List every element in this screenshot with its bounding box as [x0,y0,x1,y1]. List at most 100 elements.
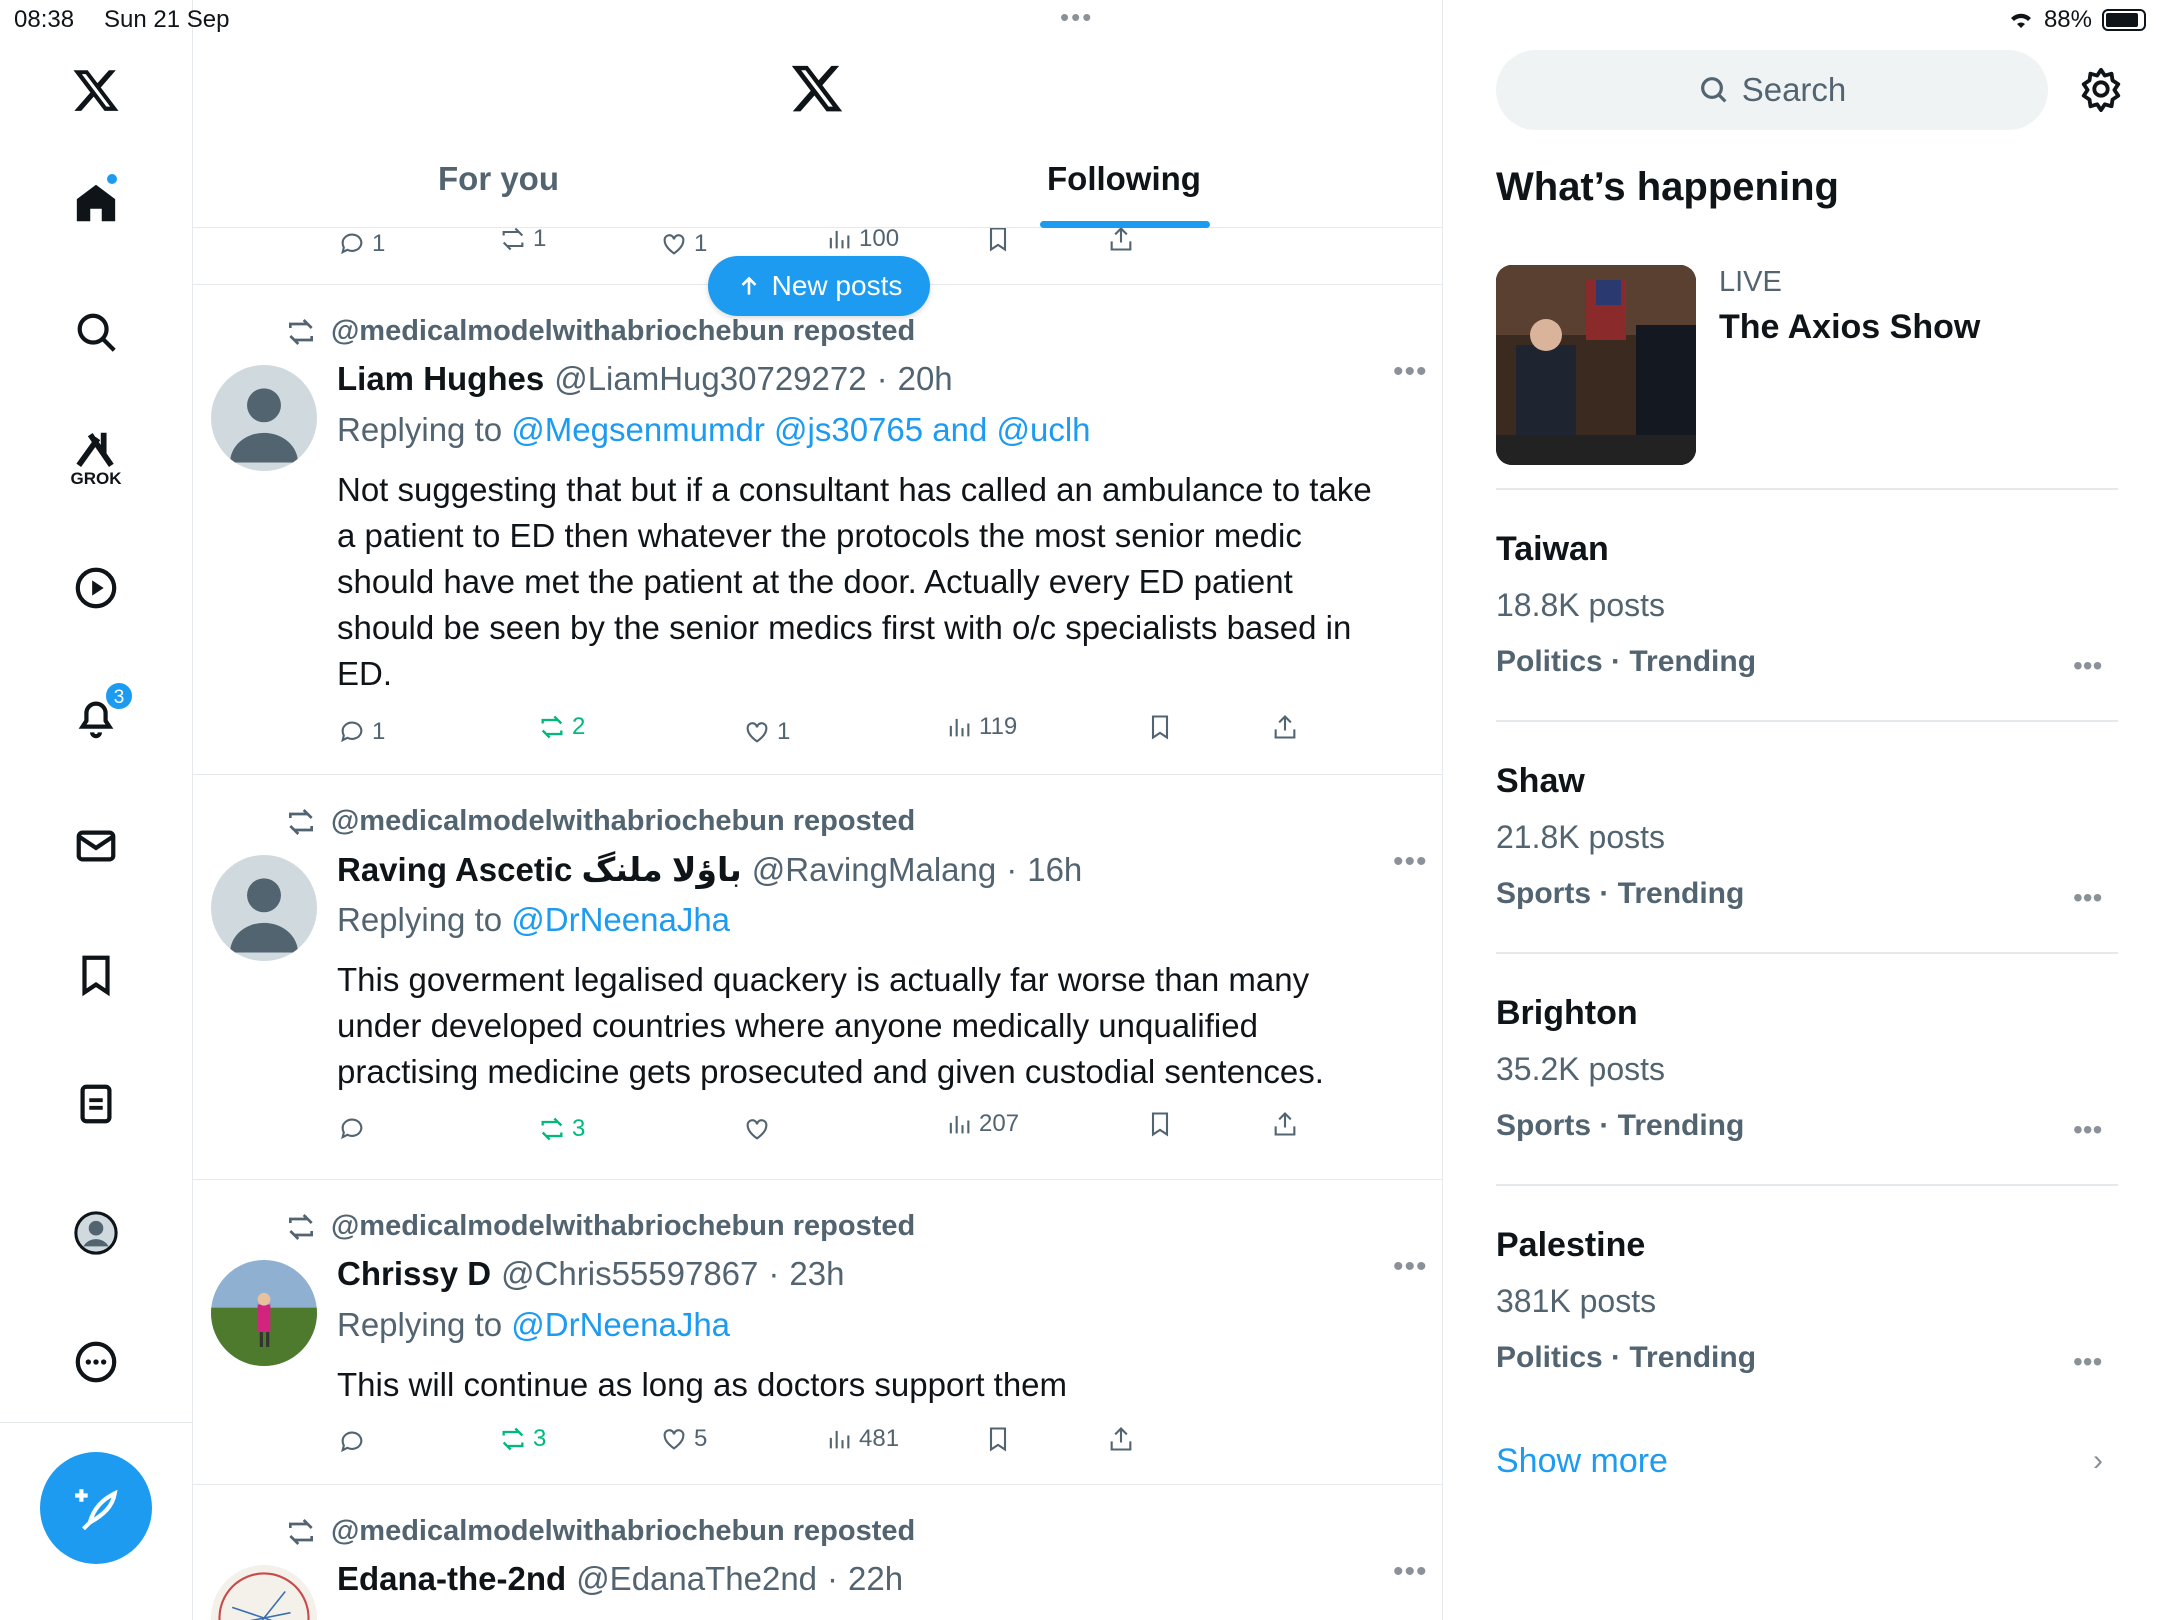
post-card[interactable]: @medicalmodelwithabriochebun reposted Ra… [193,775,1442,1180]
post-card[interactable]: @medicalmodelwithabriochebun reposted Ch… [193,1180,1442,1485]
multitask-dots-icon[interactable]: ••• [1060,2,1093,33]
author-handle[interactable]: @RavingMalang [752,851,996,889]
repost-count: 1 [533,225,547,252]
share-button[interactable] [1271,713,1299,741]
trend-title[interactable]: Brighton [1496,994,1638,1033]
share-button[interactable] [1107,225,1135,253]
messages-envelope-icon[interactable] [56,806,136,886]
profile-avatar-icon[interactable] [56,1193,136,1273]
author-handle[interactable]: @LiamHug30729272 [554,360,866,398]
search-icon[interactable] [56,292,136,372]
settings-gear-icon[interactable] [2078,66,2124,117]
like-button[interactable]: 5 [660,1425,707,1453]
post-header: Raving Ascetic باؤلا ملنگ @RavingMalang … [337,850,1082,889]
replying-mentions[interactable]: @DrNeenaJha [511,1306,730,1343]
post-card[interactable]: @medicalmodelwithabriochebun reposted Li… [193,285,1442,775]
replying-mentions[interactable]: @DrNeenaJha [511,901,730,938]
reply-button[interactable] [338,1115,372,1143]
like-button[interactable]: 1 [660,230,707,258]
like-button[interactable] [743,1115,777,1143]
avatar[interactable] [211,1260,317,1366]
views-button[interactable]: 481 [825,1425,899,1453]
video-play-icon[interactable] [56,548,136,628]
whats-happening-heading: What’s happening [1496,165,1839,209]
share-icon [1274,1112,1296,1136]
search-bar[interactable]: Search [1496,50,2048,130]
repost-button[interactable]: 3 [499,1425,546,1453]
live-title[interactable]: The Axios Show [1719,308,1980,347]
views-count: 119 [979,713,1018,740]
post-text: Not suggesting that but if a consultant … [337,471,1372,692]
notifications-bell-icon[interactable]: 3 [56,677,136,757]
tab-for-you[interactable]: For you [438,160,559,198]
trend-title[interactable]: Palestine [1496,1226,1645,1265]
reply-count: 1 [372,230,386,257]
grok-icon[interactable]: GROK [56,418,136,498]
reply-button[interactable] [338,1428,372,1456]
wifi-icon [2010,13,2031,28]
post-header: Chrissy D @Chris55597867 · 23h [337,1255,844,1293]
avatar[interactable] [211,855,317,961]
repost-icon [502,227,524,251]
lists-icon[interactable] [56,1064,136,1144]
reply-button[interactable]: 1 [338,230,385,258]
author-name[interactable]: Edana-the-2nd [337,1560,566,1598]
chevron-right-icon[interactable]: › [2093,1444,2103,1478]
bookmark-button[interactable] [984,225,1012,253]
post-card[interactable]: @medicalmodelwithabriochebun reposted Ed… [193,1485,1442,1620]
reply-icon [341,233,363,255]
new-posts-button[interactable]: New posts [708,256,930,316]
bookmark-icon [1151,1112,1169,1137]
compose-post-button[interactable] [40,1452,152,1564]
post-more-icon[interactable]: ••• [1393,845,1428,879]
author-handle[interactable]: @EdanaThe2nd [576,1560,817,1598]
reply-button[interactable]: 1 [338,718,385,746]
share-button[interactable] [1271,1110,1299,1138]
trend-title[interactable]: Shaw [1496,762,1585,801]
views-button[interactable]: 207 [945,1110,1019,1138]
trend-more-icon[interactable]: ••• [2073,882,2102,914]
replying-prefix: Replying to [337,411,512,448]
bookmark-button[interactable] [1146,1110,1174,1138]
home-icon[interactable] [56,163,136,243]
author-name[interactable]: Chrissy D [337,1255,491,1293]
trend-category: Politics · Trending [1496,645,1757,678]
views-button[interactable]: 100 [825,225,899,253]
like-button[interactable]: 1 [743,718,790,746]
show-more-link[interactable]: Show more [1496,1442,1668,1481]
author-name[interactable]: Raving Ascetic باؤلا ملنگ [337,850,742,889]
live-thumbnail[interactable] [1496,265,1696,465]
timeline: For you Following 1 1 1 100 New posts @m… [193,0,1443,1620]
trend-more-icon[interactable]: ••• [2073,1346,2102,1378]
bookmark-button[interactable] [1146,713,1174,741]
bookmarks-icon[interactable] [56,935,136,1015]
avatar[interactable] [211,1565,317,1620]
repost-button[interactable]: 3 [538,1115,585,1143]
author-handle[interactable]: @Chris55597867 [501,1255,758,1293]
post-more-icon[interactable]: ••• [1393,355,1428,389]
views-button[interactable]: 119 [945,713,1017,741]
tab-following[interactable]: Following [1047,160,1201,198]
post-text: This will continue as long as doctors su… [337,1366,1068,1403]
more-options-icon[interactable] [56,1322,136,1402]
author-name[interactable]: Liam Hughes [337,360,544,398]
bookmark-button[interactable] [984,1425,1012,1453]
views-chart-icon [829,1430,850,1449]
trend-more-icon[interactable]: ••• [2073,1114,2102,1146]
repost-button[interactable]: 2 [538,713,585,741]
replying-to: Replying to @Megsenmumdr @js30765 and @u… [337,411,1091,449]
trend-more-icon[interactable]: ••• [2073,650,2102,682]
post-time: 22h [848,1560,904,1597]
trend-title[interactable]: Taiwan [1496,530,1609,569]
battery-icon [2102,9,2146,31]
separator-dot: · [768,1255,780,1292]
repost-button[interactable]: 1 [499,225,546,253]
post-more-icon[interactable]: ••• [1393,1555,1428,1589]
share-button[interactable] [1107,1425,1135,1453]
avatar[interactable] [211,365,317,471]
x-logo-icon[interactable] [56,50,136,130]
replying-mentions[interactable]: @Megsenmumdr @js30765 and @uclh [511,411,1090,448]
battery-percent: 88% [2043,6,2092,33]
post-more-icon[interactable]: ••• [1393,1250,1428,1284]
reposted-by-text: @medicalmodelwithabriochebun reposted [331,1210,916,1242]
